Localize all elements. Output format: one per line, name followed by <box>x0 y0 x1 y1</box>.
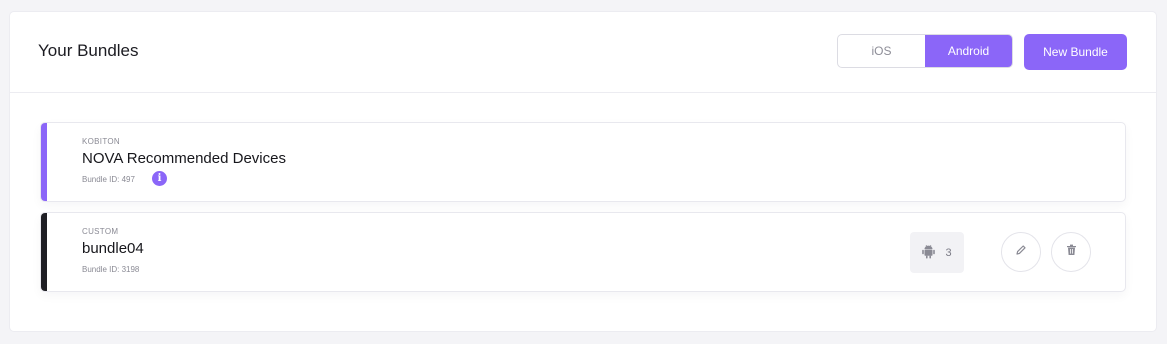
device-count-badge: 3 <box>910 232 964 273</box>
bundles-panel: Your Bundles iOS Android New Bundle KOBI… <box>10 12 1156 331</box>
platform-option-ios[interactable]: iOS <box>838 35 925 67</box>
device-count: 3 <box>945 246 952 259</box>
bundle-id: Bundle ID: 3198 <box>82 265 140 274</box>
bundle-accent-bar <box>41 213 47 291</box>
bundle-source: KOBITON <box>82 137 120 146</box>
panel-header: Your Bundles iOS Android New Bundle <box>10 12 1156 93</box>
bundle-card[interactable]: KOBITON NOVA Recommended Devices Bundle … <box>40 122 1126 202</box>
new-bundle-button[interactable]: New Bundle <box>1024 34 1127 70</box>
info-icon[interactable]: i <box>152 171 167 186</box>
bundle-card[interactable]: CUSTOM bundle04 Bundle ID: 3198 3 <box>40 212 1126 292</box>
edit-icon <box>1015 243 1027 261</box>
android-icon <box>922 244 936 262</box>
bundle-source: CUSTOM <box>82 227 119 236</box>
delete-icon <box>1066 243 1077 261</box>
platform-toggle: iOS Android <box>837 34 1013 68</box>
bundle-name: bundle04 <box>82 240 144 257</box>
bundle-accent-bar <box>41 123 47 201</box>
page-title: Your Bundles <box>38 41 139 60</box>
platform-option-android[interactable]: Android <box>925 35 1012 67</box>
edit-bundle-button[interactable] <box>1001 232 1041 272</box>
bundle-id: Bundle ID: 497 <box>82 175 135 184</box>
delete-bundle-button[interactable] <box>1051 232 1091 272</box>
bundle-name: NOVA Recommended Devices <box>82 150 286 167</box>
